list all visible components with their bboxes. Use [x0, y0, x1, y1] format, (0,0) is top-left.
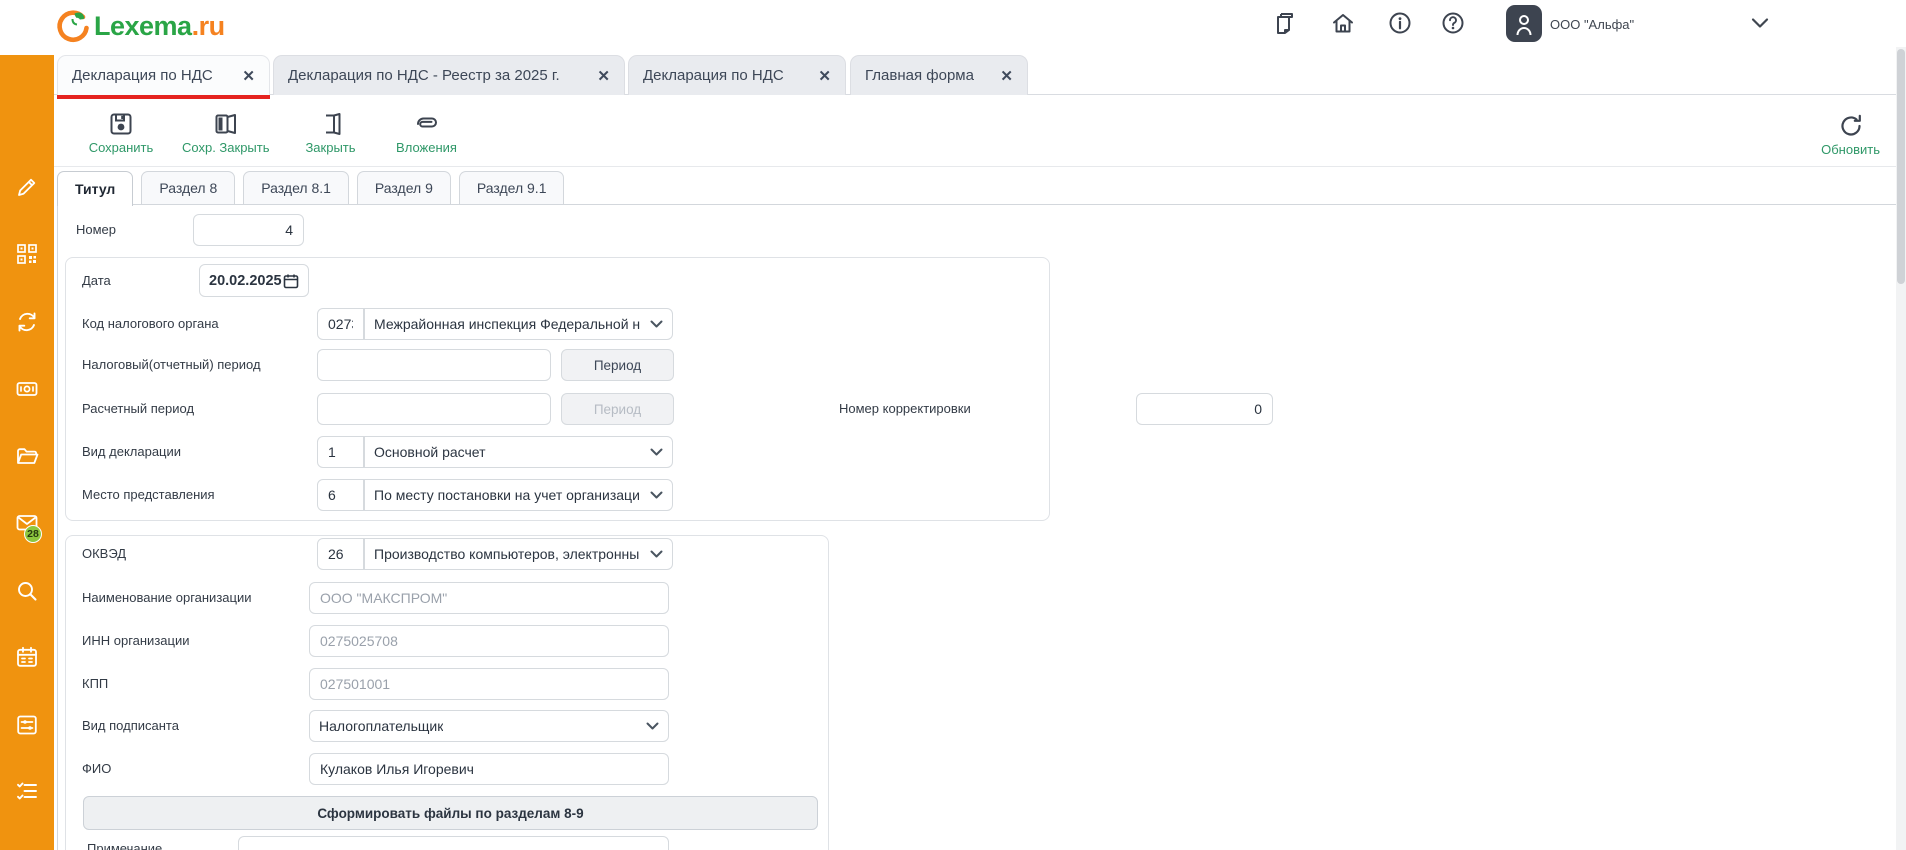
save-close-button[interactable]: Сохр. Закрыть	[182, 111, 270, 155]
logo-wordmark: Lexema.ru	[94, 11, 225, 42]
info-icon[interactable]	[1387, 10, 1413, 36]
tax-authority-code-input[interactable]	[317, 308, 364, 340]
tab-close-icon[interactable]: ✕	[585, 67, 610, 85]
number-input[interactable]	[193, 214, 304, 246]
tab-close-icon[interactable]: ✕	[230, 67, 255, 85]
vertical-scrollbar[interactable]	[1896, 47, 1906, 850]
edit-icon[interactable]	[15, 175, 39, 199]
calendar-picker-icon[interactable]	[283, 273, 299, 289]
note-label: Примечание	[87, 841, 162, 850]
app-header: Lexema.ru ООО "Альфа"	[0, 0, 1906, 55]
contracts-icon[interactable]	[1272, 10, 1298, 36]
okved-select[interactable]: Производство компьютеров, электронны	[364, 538, 673, 570]
tab-main-form[interactable]: Главная форма ✕	[850, 55, 1028, 95]
lexema-logo-icon	[54, 8, 90, 44]
subtab-razdel-8-1[interactable]: Раздел 8.1	[243, 171, 349, 204]
mail-badge[interactable]: 28	[24, 525, 42, 543]
kpp-input[interactable]	[309, 668, 669, 700]
calendar-icon[interactable]	[15, 645, 39, 669]
titul-panel: Номер Дата 20.02.2025 Код налогового орг…	[57, 204, 1903, 850]
chevron-down-icon	[650, 550, 663, 558]
okved-label: ОКВЭД	[82, 546, 126, 561]
scrollbar-thumb[interactable]	[1897, 49, 1905, 284]
fio-input[interactable]	[309, 753, 669, 785]
attachments-button[interactable]: Вложения	[392, 111, 462, 155]
date-label: Дата	[82, 273, 111, 288]
window-tabbar: Декларация по НДС ✕ Декларация по НДС - …	[54, 55, 1906, 99]
folder-icon[interactable]	[15, 444, 39, 468]
save-button[interactable]: Сохранить	[86, 111, 156, 155]
inn-input[interactable]	[309, 625, 669, 657]
inn-label: ИНН организации	[82, 633, 189, 648]
correction-label: Номер корректировки	[839, 401, 971, 416]
paperclip-icon	[413, 111, 441, 137]
user-icon	[1513, 12, 1535, 36]
chevron-down-icon	[650, 320, 663, 328]
tax-period-label: Налоговый(отчетный) период	[82, 357, 261, 372]
help-icon[interactable]	[1440, 10, 1466, 36]
correction-input[interactable]	[1136, 393, 1273, 425]
submission-place-code-input[interactable]	[317, 479, 364, 511]
subtab-razdel-8[interactable]: Раздел 8	[141, 171, 235, 204]
submission-place-select[interactable]: По месту постановки на учет организаци	[364, 479, 673, 511]
section-subtabs: Титул Раздел 8 Раздел 8.1 Раздел 9 Разде…	[57, 171, 564, 206]
signer-type-label: Вид подписанта	[82, 718, 179, 733]
kpp-label: КПП	[82, 676, 108, 691]
tax-period-button[interactable]: Период	[561, 349, 674, 381]
org-name-input[interactable]	[309, 582, 669, 614]
tax-authority-select[interactable]: Межрайонная инспекция Федеральной н	[364, 308, 673, 340]
note-textarea[interactable]	[238, 836, 669, 850]
refresh-icon	[1838, 113, 1864, 139]
declaration-type-code-input[interactable]	[317, 436, 364, 468]
calc-period-input[interactable]	[317, 393, 551, 425]
subtab-titul[interactable]: Титул	[57, 171, 133, 206]
generate-files-button[interactable]: Сформировать файлы по разделам 8-9	[83, 796, 818, 830]
current-org-label: ООО "Альфа"	[1550, 17, 1634, 32]
tab-declaration-nds-1[interactable]: Декларация по НДС ✕	[57, 55, 270, 95]
calc-period-label: Расчетный период	[82, 401, 194, 416]
form-toolbar: Сохранить Сохр. Закрыть Закрыть Вложения…	[54, 99, 1906, 167]
subtab-razdel-9-1[interactable]: Раздел 9.1	[459, 171, 565, 204]
subtab-razdel-9[interactable]: Раздел 9	[357, 171, 451, 204]
tax-authority-label: Код налогового органа	[82, 316, 219, 331]
tab-declaration-registry[interactable]: Декларация по НДС - Реестр за 2025 г. ✕	[273, 55, 625, 95]
declaration-type-select[interactable]: Основной расчет	[364, 436, 673, 468]
form-content: Титул Раздел 8 Раздел 8.1 Раздел 9 Разде…	[54, 167, 1906, 850]
chevron-down-icon[interactable]	[1750, 16, 1770, 30]
calc-period-button[interactable]: Период	[561, 393, 674, 425]
close-door-icon	[318, 111, 344, 137]
chevron-down-icon	[650, 491, 663, 499]
search-icon[interactable]	[15, 579, 39, 603]
fio-label: ФИО	[82, 761, 111, 776]
refresh-button[interactable]: Обновить	[1821, 113, 1880, 157]
tab-close-icon[interactable]: ✕	[988, 67, 1013, 85]
close-button[interactable]: Закрыть	[296, 111, 366, 155]
declaration-type-label: Вид декларации	[82, 444, 181, 459]
tab-close-icon[interactable]: ✕	[806, 67, 831, 85]
number-label: Номер	[76, 222, 116, 237]
settings-form-icon[interactable]	[15, 713, 39, 737]
tax-period-input[interactable]	[317, 349, 551, 381]
signer-type-select[interactable]: Налогоплательщик	[309, 710, 669, 742]
user-avatar[interactable]	[1506, 5, 1542, 42]
submission-place-label: Место представления	[82, 487, 215, 502]
lexema-logo[interactable]: Lexema.ru	[54, 8, 225, 44]
payments-icon[interactable]	[15, 377, 39, 401]
org-name-label: Наименование организации	[82, 590, 251, 605]
save-icon	[108, 111, 134, 137]
date-input[interactable]: 20.02.2025	[199, 264, 309, 297]
chevron-down-icon	[646, 722, 659, 730]
save-close-icon	[213, 111, 239, 137]
qr-grid-icon[interactable]	[15, 242, 39, 266]
tab-declaration-nds-2[interactable]: Декларация по НДС ✕	[628, 55, 846, 95]
okved-code-input[interactable]	[317, 538, 364, 570]
sync-icon[interactable]	[15, 310, 39, 334]
tasks-icon[interactable]	[15, 779, 39, 803]
chevron-down-icon	[650, 448, 663, 456]
left-sidebar: 28	[0, 55, 54, 850]
home-icon[interactable]	[1330, 10, 1356, 36]
